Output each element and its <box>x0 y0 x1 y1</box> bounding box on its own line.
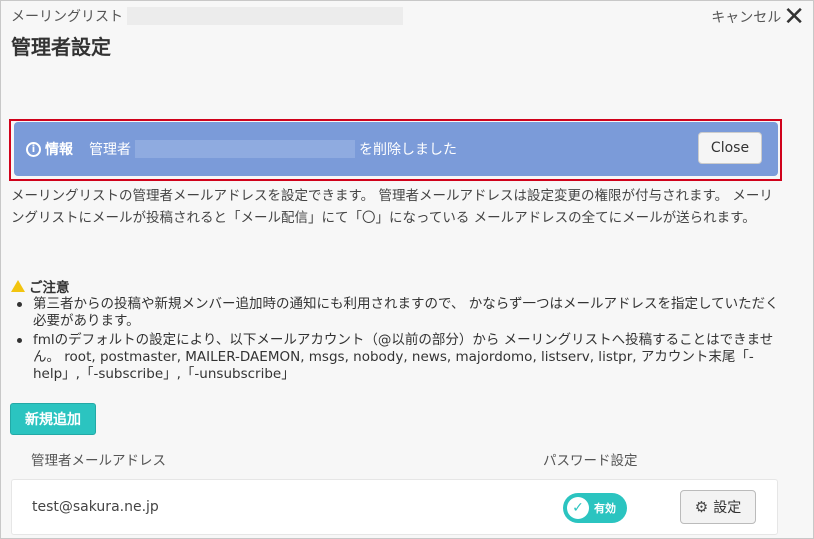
status-toggle[interactable]: ✓ 有効 <box>563 493 627 523</box>
settings-button[interactable]: ⚙ 設定 <box>680 490 756 524</box>
alert-title: 情報 <box>45 142 73 158</box>
redacted-address <box>135 140 355 158</box>
description-text: メーリングリストの管理者メールアドレスを設定できます。 管理者メールアドレスは設… <box>11 188 773 226</box>
notice-heading: ご注意 <box>11 276 70 296</box>
alert-message-prefix: 管理者 <box>89 142 131 158</box>
close-icon[interactable]: ✕ <box>783 4 805 30</box>
alert-close-button[interactable]: Close <box>698 132 762 164</box>
redacted-list-name <box>127 7 403 25</box>
subtitle-text: メーリングリスト <box>11 9 123 25</box>
alert-message-suffix: を削除しました <box>359 142 457 158</box>
dialog: メーリングリスト 管理者設定 キャンセル ✕ i 情報 管理者 を削除しました … <box>0 0 814 539</box>
cancel-label: キャンセル <box>711 10 782 26</box>
column-header-email: 管理者メールアドレス <box>31 453 166 469</box>
notice-item: 第三者からの投稿や新規メンバー追加時の通知にも利用されますので、 かならず一つは… <box>11 296 781 330</box>
admin-email: test@sakura.ne.jp <box>32 499 159 515</box>
page-title: 管理者設定 <box>11 35 111 59</box>
warning-icon <box>11 280 25 292</box>
cancel-button[interactable]: キャンセル ✕ <box>711 4 805 30</box>
info-alert: i 情報 管理者 を削除しました Close <box>14 122 778 176</box>
alert-message: 管理者 を削除しました <box>89 139 457 159</box>
mailing-list-label: メーリングリスト <box>11 6 403 26</box>
column-header-password: パスワード設定 <box>543 453 638 469</box>
notice-heading-text: ご注意 <box>29 280 70 296</box>
info-icon: i <box>26 141 41 157</box>
gear-icon: ⚙ <box>694 498 709 516</box>
notice-list: 第三者からの投稿や新規メンバー追加時の通知にも利用されますので、 かならず一つは… <box>11 296 781 385</box>
add-new-button[interactable]: 新規追加 <box>10 403 96 435</box>
table-row: test@sakura.ne.jp ✓ 有効 ⚙ 設定 <box>11 479 778 535</box>
settings-label: 設定 <box>713 500 742 516</box>
check-icon: ✓ <box>567 497 589 519</box>
status-label: 有効 <box>594 502 616 515</box>
notice-item: fmlのデフォルトの設定により、以下メールアカウント（@以前の部分）から メーリ… <box>11 332 781 383</box>
